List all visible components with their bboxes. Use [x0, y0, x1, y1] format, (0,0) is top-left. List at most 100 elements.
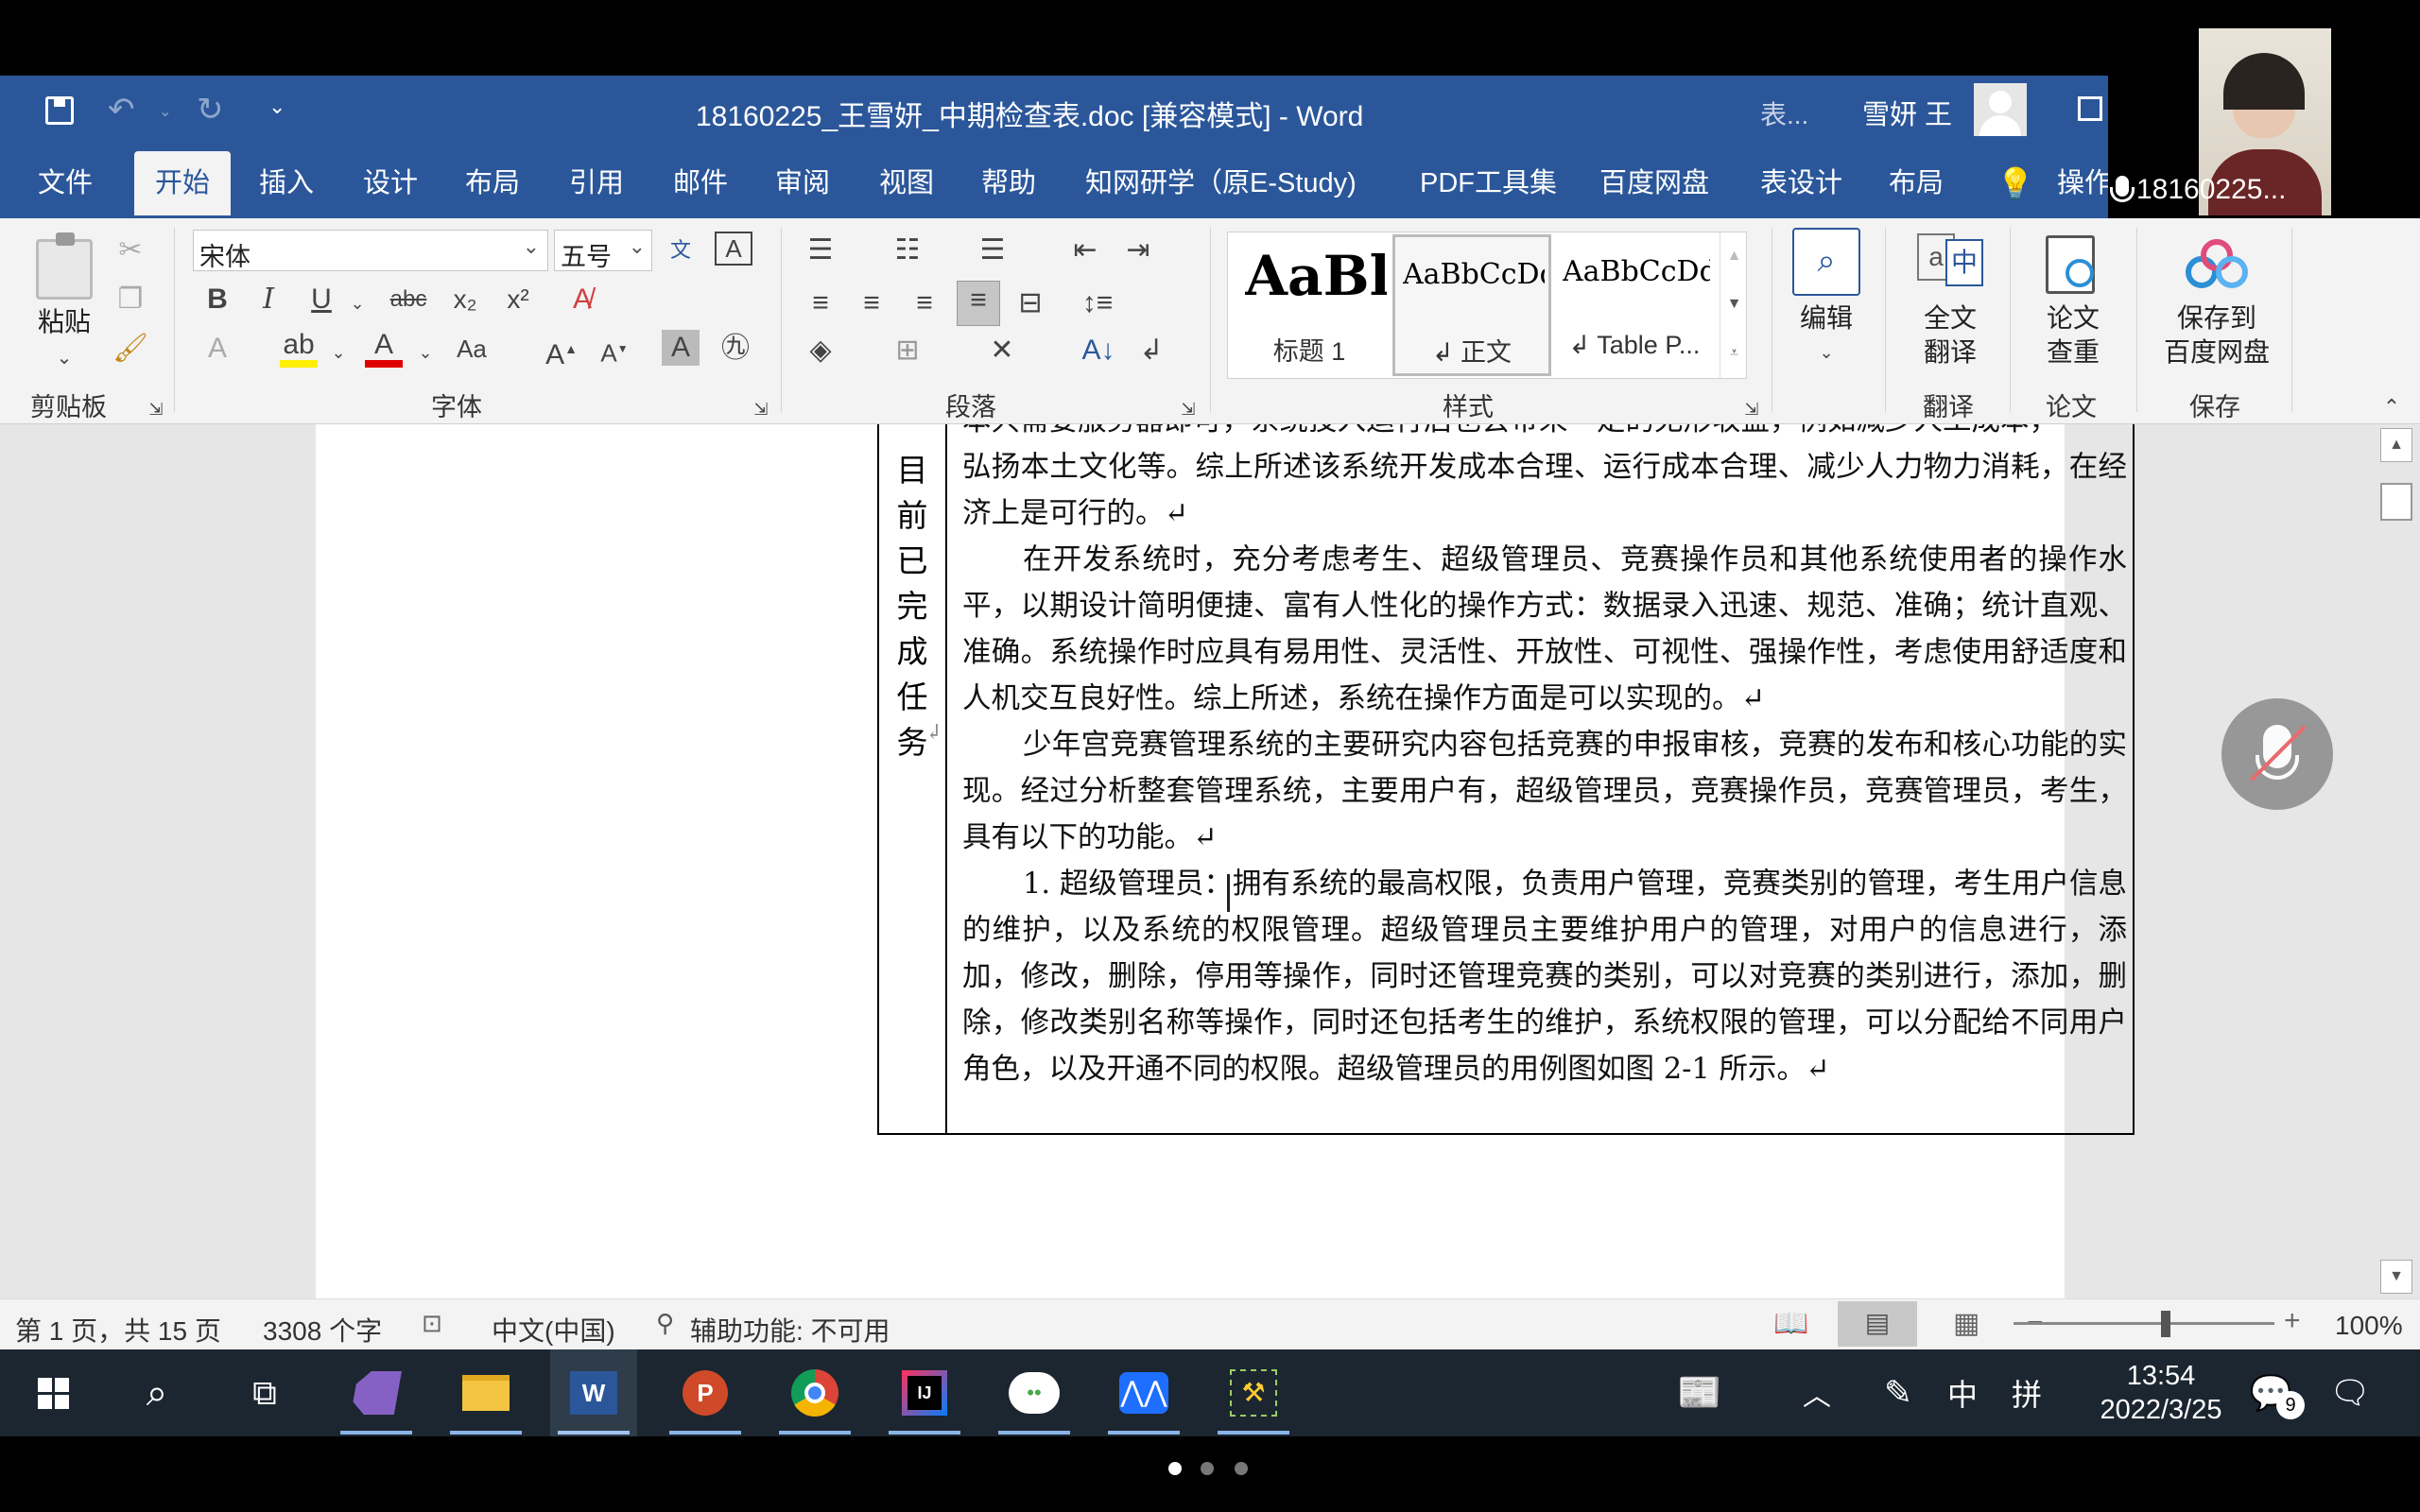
- accessibility-status[interactable]: 辅助功能: 不可用: [690, 1311, 890, 1349]
- tab-references[interactable]: 引用: [569, 149, 624, 218]
- page-indicator-dot[interactable]: [1168, 1462, 1182, 1475]
- highlight-dropdown-icon[interactable]: ⌄: [329, 334, 348, 371]
- file-explorer-icon[interactable]: [442, 1349, 529, 1436]
- text-effects-icon[interactable]: A: [199, 330, 236, 368]
- underline-icon[interactable]: U: [302, 281, 340, 318]
- show-hidden-icons-icon[interactable]: ︿: [1773, 1349, 1860, 1436]
- accessibility-icon[interactable]: ⚲: [656, 1309, 674, 1338]
- highlight-color-icon[interactable]: ab: [280, 326, 318, 368]
- user-name[interactable]: 雪妍 王: [1862, 93, 1952, 132]
- tab-layout[interactable]: 布局: [465, 149, 520, 218]
- italic-icon[interactable]: I: [250, 281, 287, 318]
- tab-pdf-tools[interactable]: PDF工具集: [1420, 149, 1557, 218]
- plagiarism-check-button[interactable]: 论文 查重: [2029, 301, 2118, 369]
- page-indicator-dot[interactable]: [1201, 1462, 1214, 1475]
- tab-file[interactable]: 文件: [38, 149, 93, 218]
- tab-table-design[interactable]: 表设计: [1760, 149, 1842, 218]
- styles-launcher-icon[interactable]: ⇲: [1737, 390, 1766, 428]
- clipboard-launcher-icon[interactable]: ⇲: [142, 390, 170, 428]
- word-count[interactable]: 3308 个字: [263, 1311, 382, 1349]
- print-layout-icon[interactable]: ▤: [1838, 1301, 1917, 1347]
- news-icon[interactable]: 📰: [1656, 1349, 1743, 1436]
- subscript-icon[interactable]: x₂: [446, 281, 484, 318]
- justify-icon[interactable]: ≡: [957, 281, 1000, 326]
- change-case-icon[interactable]: Aa: [448, 330, 495, 368]
- visual-studio-icon[interactable]: [333, 1349, 420, 1436]
- search-icon[interactable]: ⌕: [113, 1349, 200, 1436]
- tell-me-search[interactable]: 操作: [2057, 149, 2112, 218]
- chinese-layout-icon[interactable]: ✕: [983, 332, 1021, 369]
- style-table-paragraph[interactable]: AaBbCcDd ↲ Table P...: [1553, 232, 1716, 378]
- decrease-indent-icon[interactable]: ⇤: [1066, 232, 1104, 269]
- font-name-select[interactable]: 宋体 ⌄: [193, 230, 548, 271]
- style-normal[interactable]: AaBbCcDd ↲ 正文: [1392, 234, 1551, 376]
- paste-dropdown-icon[interactable]: ⌄: [45, 339, 83, 377]
- borders-icon[interactable]: ⊞: [889, 332, 926, 369]
- undo-dropdown-icon[interactable]: ⌄: [159, 102, 171, 121]
- editing-button[interactable]: 编辑: [1792, 301, 1860, 335]
- style-heading1[interactable]: AaBl 标题 1: [1228, 232, 1391, 378]
- save-icon[interactable]: [45, 96, 74, 125]
- word-icon[interactable]: W: [550, 1349, 637, 1436]
- strikethrough-icon[interactable]: abc: [388, 281, 429, 318]
- read-mode-icon[interactable]: 📖: [1773, 1307, 1808, 1340]
- sort-icon[interactable]: A↓: [1080, 332, 1117, 369]
- tab-mailings[interactable]: 邮件: [673, 149, 728, 218]
- font-size-select[interactable]: 五号 ⌄: [554, 230, 652, 271]
- editing-dropdown-icon[interactable]: ⌄: [1807, 334, 1845, 371]
- shading-icon[interactable]: ◈: [802, 332, 839, 369]
- user-avatar[interactable]: [1974, 83, 2027, 136]
- language-indicator[interactable]: 中文(中国): [492, 1311, 615, 1349]
- vertical-scrollbar[interactable]: ▲ ▼: [2371, 424, 2420, 1298]
- scroll-down-icon[interactable]: ▼: [2380, 1260, 2412, 1294]
- character-shading-icon[interactable]: A: [662, 330, 700, 366]
- align-center-icon[interactable]: ≡: [853, 284, 890, 322]
- font-color-dropdown-icon[interactable]: ⌄: [416, 334, 435, 371]
- intellij-icon[interactable]: IJ: [881, 1349, 968, 1436]
- powerpoint-icon[interactable]: P: [662, 1349, 749, 1436]
- collapse-ribbon-icon[interactable]: ⌃: [2373, 388, 2411, 426]
- wechat-icon[interactable]: ••: [991, 1349, 1078, 1436]
- chat-bubble-icon[interactable]: 💬 9: [2227, 1349, 2314, 1436]
- grow-font-icon[interactable]: A▲: [543, 330, 580, 374]
- save-to-baidu-button[interactable]: 保存到 百度网盘: [2155, 301, 2278, 369]
- action-center-icon[interactable]: 🗨: [2307, 1349, 2394, 1436]
- paste-button[interactable]: 粘贴: [36, 305, 93, 339]
- task-view-icon[interactable]: ⧉: [221, 1349, 308, 1436]
- tab-insert[interactable]: 插入: [259, 149, 314, 218]
- font-launcher-icon[interactable]: ⇲: [747, 390, 775, 428]
- show-marks-icon[interactable]: ↲: [1132, 332, 1170, 369]
- paragraph-launcher-icon[interactable]: ⇲: [1174, 390, 1202, 428]
- cut-icon[interactable]: ✂: [112, 232, 149, 269]
- tab-view[interactable]: 视图: [879, 149, 934, 218]
- enclose-characters-icon[interactable]: ㊈: [717, 330, 754, 368]
- lightbulb-icon[interactable]: 💡: [1996, 149, 2034, 218]
- superscript-icon[interactable]: x²: [499, 281, 537, 318]
- styles-scroll-up-icon[interactable]: ▲: [1720, 232, 1748, 280]
- undo-icon[interactable]: ↶: [108, 91, 135, 129]
- distributed-icon[interactable]: ⊟: [1011, 284, 1049, 322]
- tab-cnki-estudy[interactable]: 知网研学（原E-Study): [1085, 149, 1357, 218]
- clock[interactable]: 13:54 2022/3/25: [2076, 1359, 2246, 1427]
- plagiarism-check-icon[interactable]: [2046, 235, 2095, 294]
- phonetic-guide-icon[interactable]: 文: [662, 232, 700, 269]
- align-right-icon[interactable]: ≡: [906, 284, 943, 322]
- document-page[interactable]: 目 前 已 完 成 任 务 ↲ 本只需要服务器即可，系统投入运行后也会带来一定的…: [316, 424, 2135, 1298]
- shrink-font-icon[interactable]: A▼: [596, 330, 633, 372]
- windows-start-icon[interactable]: [9, 1349, 96, 1436]
- bold-icon[interactable]: B: [199, 281, 236, 318]
- baidu-netdisk-icon[interactable]: [2186, 239, 2248, 288]
- redo-icon[interactable]: ↻: [197, 91, 224, 129]
- muted-microphone-button[interactable]: [2221, 698, 2333, 810]
- zoom-slider-track[interactable]: [2014, 1322, 2274, 1325]
- tab-review[interactable]: 审阅: [775, 149, 830, 218]
- copy-icon[interactable]: ❐: [112, 281, 149, 318]
- scroll-thumb[interactable]: [2380, 483, 2412, 521]
- increase-indent-icon[interactable]: ⇥: [1119, 232, 1157, 269]
- tab-help[interactable]: 帮助: [981, 149, 1036, 218]
- tencent-meeting-icon[interactable]: ⋀⋀: [1100, 1349, 1187, 1436]
- web-layout-icon[interactable]: ▦: [1953, 1307, 1979, 1340]
- numbering-icon[interactable]: ☷: [889, 232, 926, 269]
- font-color-icon[interactable]: A: [365, 326, 403, 368]
- scroll-up-icon[interactable]: ▲: [2380, 428, 2412, 462]
